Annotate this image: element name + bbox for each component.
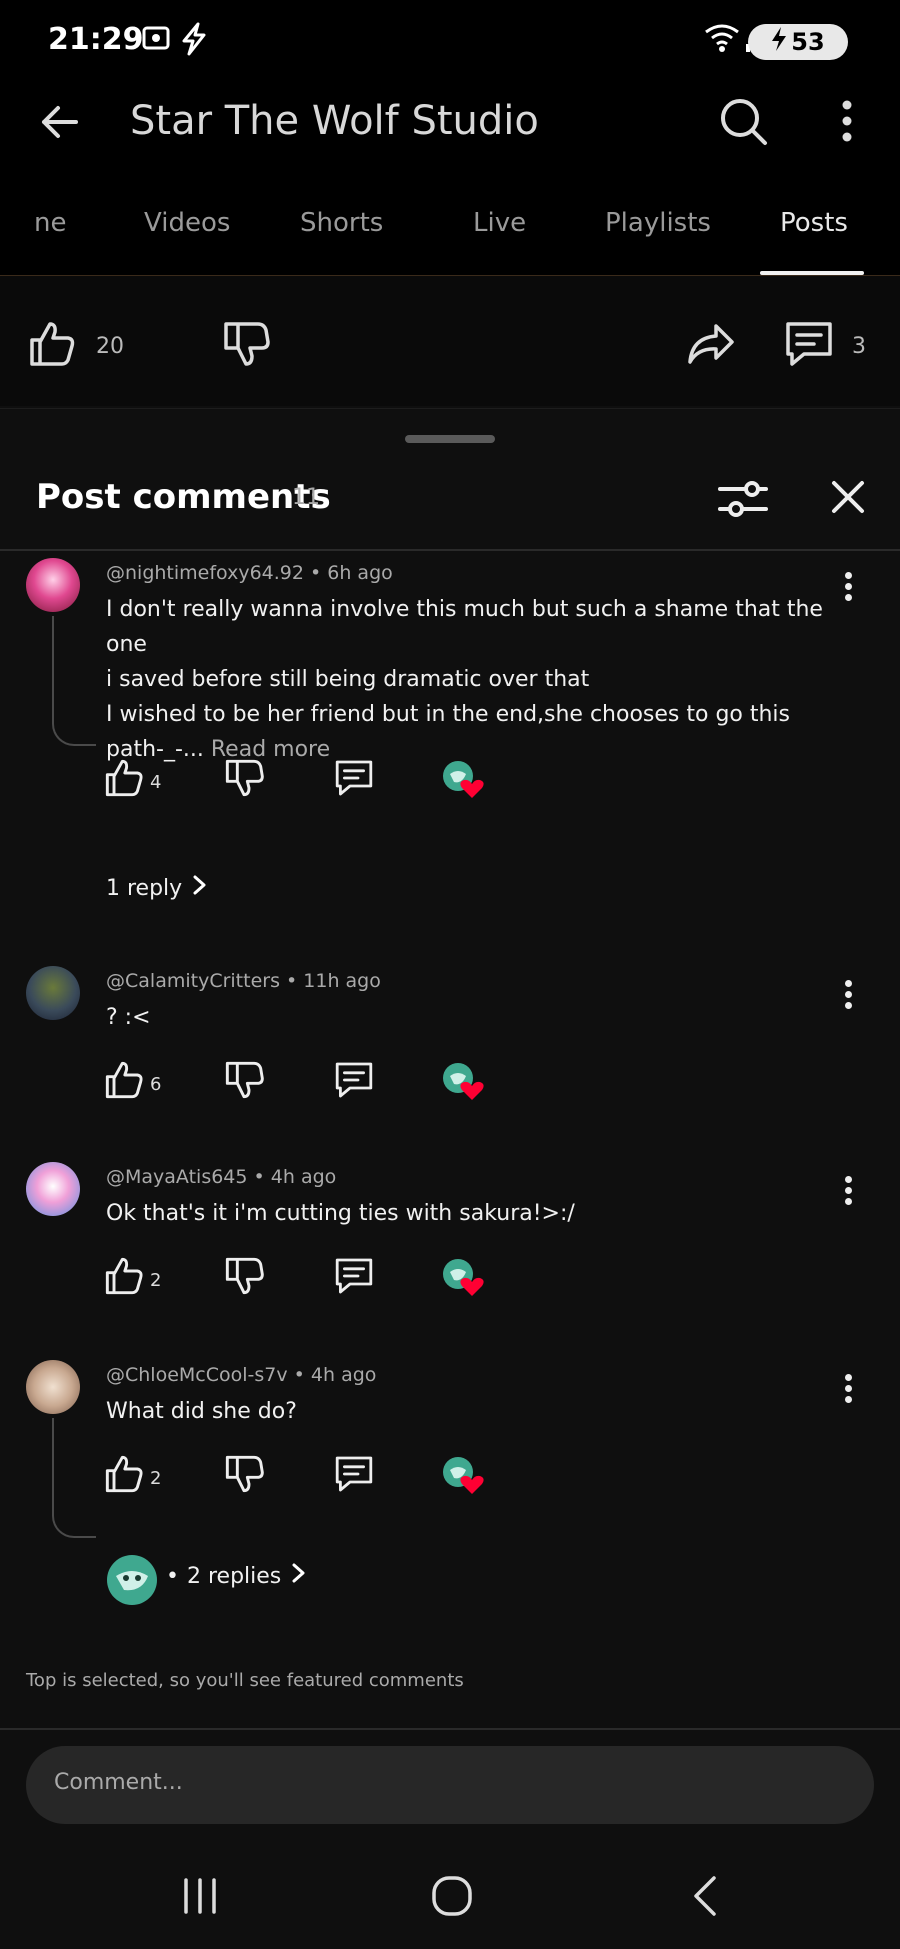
like-icon[interactable] xyxy=(104,758,144,802)
sheet-divider xyxy=(0,549,900,551)
dislike-icon[interactable] xyxy=(224,1256,264,1300)
reply-icon[interactable] xyxy=(334,1256,374,1300)
like-icon[interactable] xyxy=(28,320,76,372)
tab-playlists[interactable]: Playlists xyxy=(605,208,711,238)
nav-back-icon[interactable] xyxy=(690,1874,720,1922)
comment-like-count: 6 xyxy=(150,1074,162,1095)
chevron-right-icon xyxy=(289,1562,309,1590)
tab-shorts[interactable]: Shorts xyxy=(300,208,383,238)
battery-indicator: 53 xyxy=(748,24,848,60)
comment-actions: 2 xyxy=(100,1256,520,1304)
comment-like-count: 4 xyxy=(150,772,162,793)
like-icon[interactable] xyxy=(104,1256,144,1300)
drag-handle[interactable] xyxy=(405,435,495,443)
tab-posts[interactable]: Posts xyxy=(780,208,848,238)
sheet-title: Post comments xyxy=(36,477,331,517)
comment-actions: 4 xyxy=(100,758,520,806)
reply-thread-line xyxy=(52,1418,96,1538)
comment-placeholder: Comment... xyxy=(54,1770,183,1795)
like-icon[interactable] xyxy=(104,1060,144,1104)
dislike-icon[interactable] xyxy=(224,758,264,802)
dislike-icon[interactable] xyxy=(224,1454,264,1498)
filter-icon[interactable] xyxy=(716,475,770,527)
comment-author[interactable]: @nightimefoxy64.92 • 6h ago xyxy=(106,562,393,584)
comment-total: 11 xyxy=(292,485,320,510)
dislike-icon[interactable] xyxy=(222,320,270,372)
comment-text: ? :< xyxy=(106,1005,151,1030)
reply-icon[interactable] xyxy=(334,758,374,802)
more-vert-icon[interactable] xyxy=(832,98,862,148)
comment-actions: 2 xyxy=(100,1454,520,1502)
view-replies-button[interactable]: 1 reply xyxy=(106,874,210,902)
tab-live[interactable]: Live xyxy=(473,208,526,238)
tab-videos[interactable]: Videos xyxy=(144,208,230,238)
channel-title: Star The Wolf Studio xyxy=(130,98,539,144)
post-actions: 20 3 xyxy=(0,276,900,406)
status-bar: 21:29 53 xyxy=(0,0,900,84)
system-nav-bar xyxy=(0,1840,900,1949)
comment-author[interactable]: @CalamityCritters • 11h ago xyxy=(106,970,381,992)
comment-author[interactable]: @MayaAtis645 • 4h ago xyxy=(106,1166,336,1188)
avatar[interactable] xyxy=(26,1360,80,1414)
comment-text: I don't really wanna involve this much b… xyxy=(106,597,823,762)
reply-icon[interactable] xyxy=(334,1454,374,1498)
comment-like-count: 2 xyxy=(150,1270,162,1291)
avatar[interactable] xyxy=(26,966,80,1020)
comment-text: What did she do? xyxy=(106,1399,297,1424)
post-comment-count: 3 xyxy=(852,334,866,359)
channel-tabs: ne Videos Shorts Live Playlists Posts xyxy=(0,190,900,276)
close-icon[interactable] xyxy=(828,477,868,521)
dislike-icon[interactable] xyxy=(224,1060,264,1104)
status-time: 21:29 xyxy=(48,22,144,57)
chevron-right-icon xyxy=(190,874,210,902)
avatar[interactable] xyxy=(26,558,80,612)
sort-footnote: Top is selected, so you'll see featured … xyxy=(26,1670,464,1691)
battery-level: 53 xyxy=(791,28,825,56)
charging-icon xyxy=(771,27,787,57)
post-like-count: 20 xyxy=(96,334,124,359)
active-tab-indicator xyxy=(760,271,864,275)
comments-icon[interactable] xyxy=(784,320,834,372)
back-arrow-icon[interactable] xyxy=(36,98,84,150)
creator-heart-icon xyxy=(442,1256,486,1300)
reply-avatar[interactable] xyxy=(106,1554,158,1610)
avatar[interactable] xyxy=(26,1162,80,1216)
recents-icon[interactable] xyxy=(180,1876,220,1920)
creator-heart-icon xyxy=(442,1454,486,1498)
tab-home[interactable]: ne xyxy=(34,208,66,238)
share-icon[interactable] xyxy=(686,322,736,370)
footer-divider xyxy=(0,1728,900,1730)
comment-text: Ok that's it i'm cutting ties with sakur… xyxy=(106,1201,575,1226)
creator-heart-icon xyxy=(442,758,486,802)
reply-thread-line xyxy=(52,616,96,746)
like-icon[interactable] xyxy=(104,1454,144,1498)
screenshot-icon xyxy=(140,22,172,58)
home-icon[interactable] xyxy=(430,1874,474,1922)
comment-actions: 6 xyxy=(100,1060,520,1108)
creator-heart-icon xyxy=(442,1060,486,1104)
comment-input[interactable]: Comment... xyxy=(26,1746,874,1824)
bolt-icon xyxy=(178,22,210,60)
view-replies-button[interactable]: • 2 replies xyxy=(166,1562,309,1590)
reply-icon[interactable] xyxy=(334,1060,374,1104)
search-icon[interactable] xyxy=(716,94,770,152)
comment-like-count: 2 xyxy=(150,1468,162,1489)
wifi-icon xyxy=(704,22,740,58)
comment-author[interactable]: @ChloeMcCool-s7v • 4h ago xyxy=(106,1364,376,1386)
